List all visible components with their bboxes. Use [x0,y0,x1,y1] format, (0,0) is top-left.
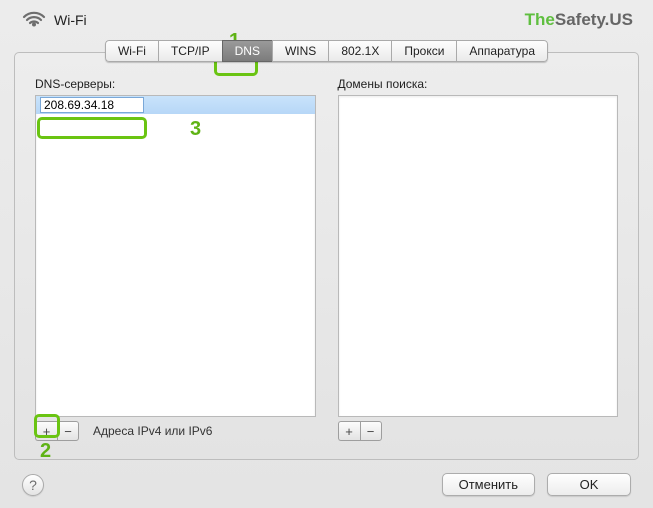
wifi-icon [22,11,46,29]
dns-hint: Адреса IPv4 или IPv6 [93,424,212,438]
tab-wifi[interactable]: Wi-Fi [105,40,158,62]
domain-add-button[interactable]: + [338,421,360,441]
brand-logo: TheSafety.US [525,10,633,30]
dns-servers-list[interactable] [35,95,316,417]
cancel-button[interactable]: Отменить [442,473,535,496]
dns-add-button[interactable]: + [35,421,57,441]
tab-dns[interactable]: DNS [222,40,272,62]
tab-proxy[interactable]: Прокси [391,40,456,62]
domain-remove-button[interactable]: − [360,421,382,441]
page-title: Wi-Fi [54,12,525,28]
ok-button[interactable]: OK [547,473,631,496]
tab-wins[interactable]: WINS [272,40,328,62]
tab-hardware[interactable]: Аппаратура [456,40,548,62]
tab-8021x[interactable]: 802.1X [328,40,391,62]
settings-panel: DNS-серверы: + − Адреса IPv4 или IPv6 До… [14,52,639,460]
search-domains-list[interactable] [338,95,619,417]
dns-server-row[interactable] [36,96,315,114]
tab-bar: Wi-Fi TCP/IP DNS WINS 802.1X Прокси Аппа… [105,40,548,62]
search-domains-label: Домены поиска: [338,77,619,91]
dns-servers-label: DNS-серверы: [35,77,316,91]
dns-remove-button[interactable]: − [57,421,79,441]
dns-server-input[interactable] [40,97,144,113]
help-button[interactable]: ? [22,474,44,496]
tab-tcpip[interactable]: TCP/IP [158,40,222,62]
